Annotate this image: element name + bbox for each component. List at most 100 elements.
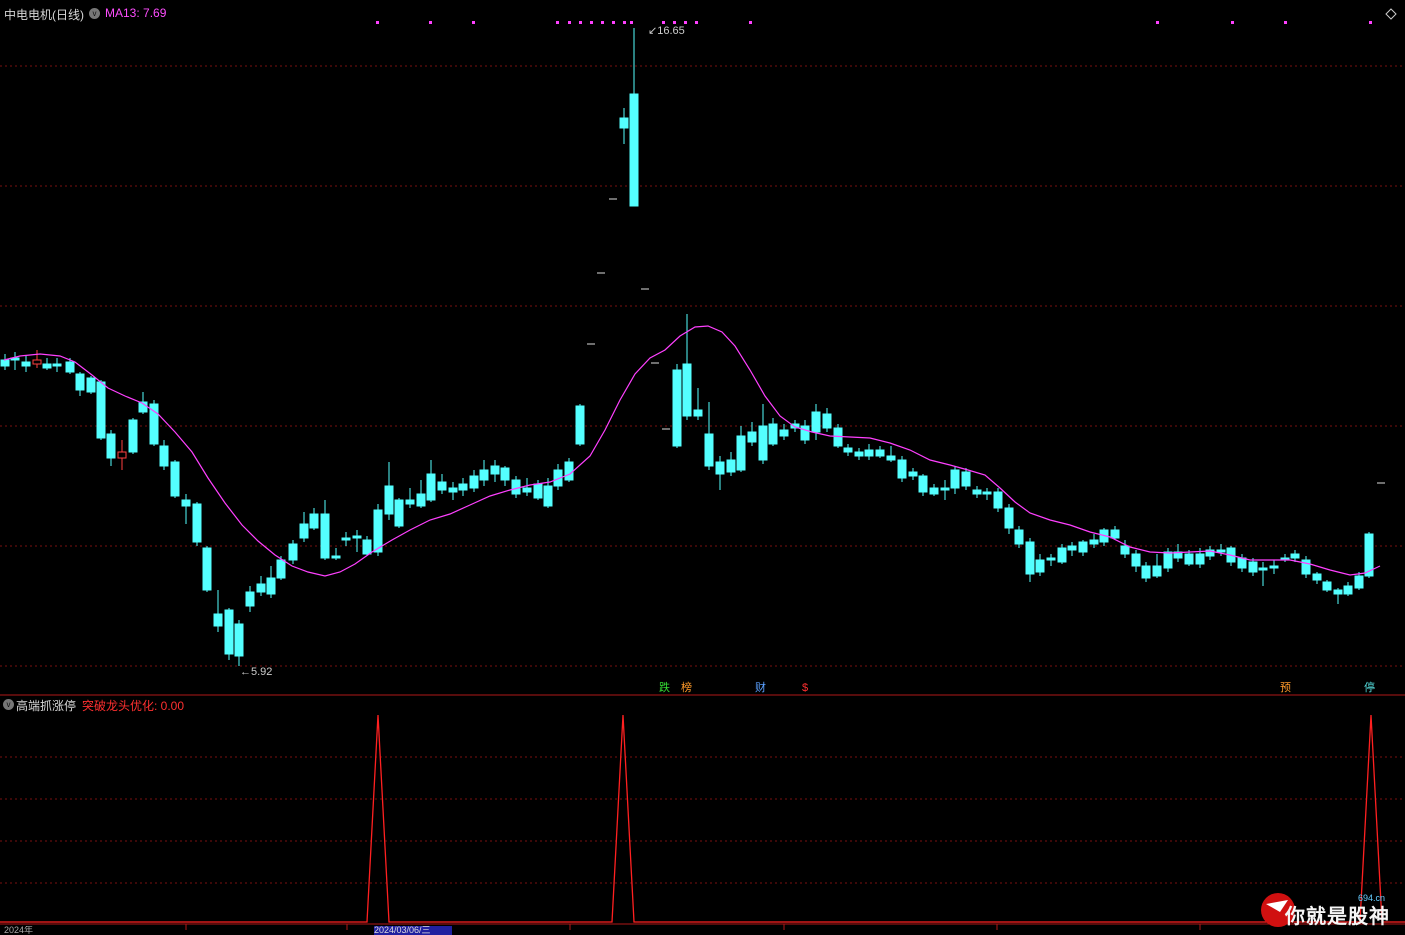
collapse-icon[interactable]: v [3,699,14,710]
candle-down [1322,581,1332,591]
candle-down [1131,553,1141,567]
collapse-icon[interactable]: v [89,8,100,19]
diamond-icon [1385,8,1397,20]
candle-down [929,487,939,495]
arrow-icon: ↙ [648,25,658,37]
candle-down [843,447,853,453]
candle-down [672,369,682,447]
candle-down [479,469,489,481]
tag-rank[interactable]: 榜 [680,682,693,695]
candle-up [117,451,127,459]
candle-down [1110,529,1120,539]
candle-down [564,461,574,481]
indicator-spikes [0,714,1405,923]
candle-down [1046,557,1056,561]
candle-down [972,489,982,495]
candle-down [181,499,191,507]
candle-down [511,479,521,495]
candle-down [75,373,85,391]
candle-down [331,555,341,559]
tag-forecast[interactable]: 预 [1279,682,1292,695]
candle-down [522,487,532,493]
candle-down [619,117,629,129]
candle-down [543,485,553,507]
candle-down [341,537,351,541]
candle-down [1152,565,1162,577]
candle-down [822,413,832,429]
candle-down [394,499,404,527]
x-ticks [185,924,1201,930]
candle-down [918,475,928,493]
candle-down [234,623,244,657]
candle-down [811,411,821,433]
candle-down [886,455,896,461]
candle-down [106,433,116,459]
indicator-name[interactable]: 高端抓涨停 [16,697,76,714]
candle-down [384,485,394,515]
indicator-value: 突破龙头优化: 0.00 [82,699,185,713]
candle-down [437,481,447,491]
candle-down [982,491,992,495]
candle-down [1258,567,1268,571]
candle-down [426,473,436,501]
candle-down [224,609,234,655]
candle-down [704,433,714,467]
candle-down [276,559,286,579]
candle-down [1195,553,1205,565]
candle-down [854,451,864,457]
ma13-line [3,325,1381,577]
low-price-label: ←5.92 [240,666,273,678]
candlesticks [0,28,1374,666]
candle-down [170,461,180,497]
candle-down [950,469,960,489]
tag-fall[interactable]: 跌 [658,682,671,695]
candle-down [1078,541,1088,553]
main-chart [0,8,1405,930]
candle-down [993,491,1003,509]
candle-down [373,509,383,553]
candle-up [32,359,42,365]
candle-down [1290,553,1300,559]
candle-down [256,583,266,593]
candle-down [266,577,276,595]
candle-down [86,377,96,393]
tag-dollar[interactable]: $ [801,682,809,695]
candle-down [299,523,309,539]
candle-down [800,425,810,441]
candle-down [693,409,703,417]
candle-down [213,613,223,627]
candle-down [768,423,778,445]
signal-dots [376,21,1372,24]
candle-down [202,547,212,591]
candle-down [1163,551,1173,569]
candle-down [159,445,169,467]
candle-down [1237,557,1247,569]
candle-down [458,483,468,491]
candle-down [490,465,500,475]
candle-down [96,381,106,439]
candle-down [1269,565,1279,569]
candle-down [405,499,415,505]
arrow-icon: ← [240,666,251,678]
candle-down [352,535,362,539]
tag-finance[interactable]: 财 [754,682,767,695]
candle-down [1248,561,1258,573]
candle-down [1025,541,1035,575]
candle-down [897,459,907,479]
candle-down [747,431,757,443]
candle-down [192,503,202,543]
candle-down [533,483,543,499]
candle-down [875,449,885,457]
watermark-text: 你就是股神 [1285,904,1390,928]
candle-down [736,435,746,471]
candle-down [42,363,52,369]
candle-down [1333,589,1343,595]
candle-down [469,475,479,489]
candle-down [779,429,789,437]
candle-down [682,363,692,417]
tag-halt[interactable]: 停 [1363,682,1376,695]
candle-down [1014,529,1024,545]
watermark-site: 694.cn [1358,893,1386,903]
candle-down [416,493,426,507]
candle-down [1184,553,1194,565]
